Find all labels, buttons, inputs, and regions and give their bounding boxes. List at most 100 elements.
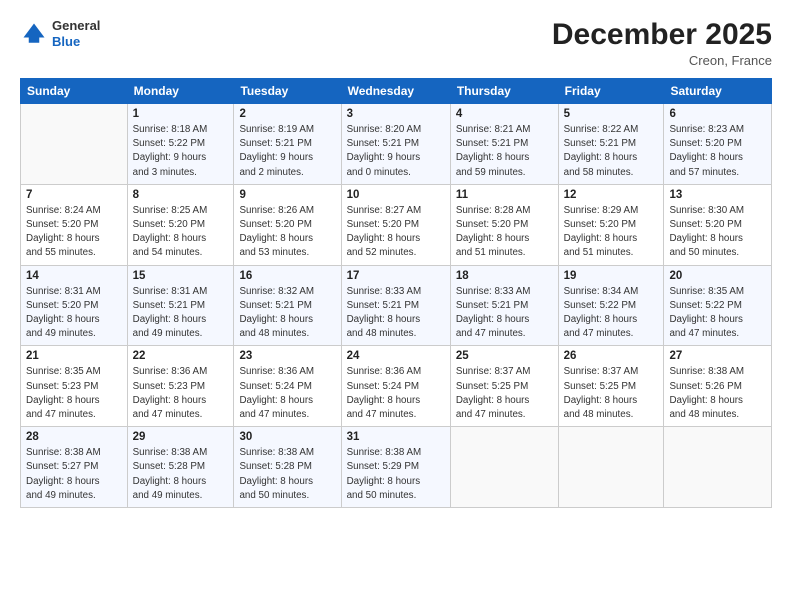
header-day: Sunday xyxy=(21,79,128,104)
day-number: 6 xyxy=(669,108,766,120)
day-number: 17 xyxy=(347,270,445,282)
header-day: Friday xyxy=(558,79,664,104)
calendar-cell: 4Sunrise: 8:21 AM Sunset: 5:21 PM Daylig… xyxy=(450,104,558,185)
day-info: Sunrise: 8:35 AM Sunset: 5:23 PM Dayligh… xyxy=(26,365,122,422)
calendar-cell: 17 Sunrise: 8:33 AM Sunset: 5:21 PM Dayli… xyxy=(341,265,450,346)
day-info: Sunrise: 8:34 AM Sunset: 5:22 PM Dayligh… xyxy=(564,285,659,342)
calendar-cell: 28 Sunrise: 8:38 AM Sunset: 5:27 PM Dayli… xyxy=(21,427,128,508)
calendar-cell: 26 Sunrise: 8:37 AM Sunset: 5:25 PM Dayli… xyxy=(558,346,664,427)
day-info: Sunrise: 8:23 AM Sunset: 5:20 PM Dayligh… xyxy=(669,123,766,180)
calendar-cell: 29Sunrise: 8:38 AM Sunset: 5:28 PM Dayli… xyxy=(127,427,234,508)
calendar-cell xyxy=(21,104,128,185)
calendar-cell xyxy=(664,427,772,508)
header-day: Saturday xyxy=(664,79,772,104)
day-info: Sunrise: 8:32 AM Sunset: 5:21 PM Dayligh… xyxy=(239,285,335,342)
location: Creon, France xyxy=(552,53,772,68)
calendar-cell: 25 Sunrise: 8:37 AM Sunset: 5:25 PM Dayli… xyxy=(450,346,558,427)
day-info: Sunrise: 8:36 AM Sunset: 5:23 PM Dayligh… xyxy=(133,365,229,422)
calendar-cell: 21 Sunrise: 8:35 AM Sunset: 5:23 PM Dayli… xyxy=(21,346,128,427)
calendar-cell: 15Sunrise: 8:31 AM Sunset: 5:21 PM Dayli… xyxy=(127,265,234,346)
day-number: 16 xyxy=(239,270,335,282)
header-day: Monday xyxy=(127,79,234,104)
calendar-cell: 23 Sunrise: 8:36 AM Sunset: 5:24 PM Dayli… xyxy=(234,346,341,427)
day-info: Sunrise: 8:38 AM Sunset: 5:28 PM Dayligh… xyxy=(133,446,229,503)
calendar-cell xyxy=(558,427,664,508)
day-info: Sunrise: 8:38 AM Sunset: 5:27 PM Dayligh… xyxy=(26,446,122,503)
calendar-cell: 24Sunrise: 8:36 AM Sunset: 5:24 PM Dayli… xyxy=(341,346,450,427)
day-info: Sunrise: 8:29 AM Sunset: 5:20 PM Dayligh… xyxy=(564,204,659,261)
day-number: 30 xyxy=(239,431,335,443)
day-info: Sunrise: 8:36 AM Sunset: 5:24 PM Dayligh… xyxy=(347,365,445,422)
day-info: Sunrise: 8:19 AM Sunset: 5:21 PM Dayligh… xyxy=(239,123,335,180)
day-info: Sunrise: 8:38 AM Sunset: 5:28 PM Dayligh… xyxy=(239,446,335,503)
day-info: Sunrise: 8:31 AM Sunset: 5:20 PM Dayligh… xyxy=(26,285,122,342)
calendar-cell: 30 Sunrise: 8:38 AM Sunset: 5:28 PM Dayli… xyxy=(234,427,341,508)
calendar-cell xyxy=(450,427,558,508)
day-info: Sunrise: 8:38 AM Sunset: 5:29 PM Dayligh… xyxy=(347,446,445,503)
calendar-cell: 8Sunrise: 8:25 AM Sunset: 5:20 PM Daylig… xyxy=(127,184,234,265)
day-number: 12 xyxy=(564,189,659,201)
day-number: 28 xyxy=(26,431,122,443)
calendar-cell: 31 Sunrise: 8:38 AM Sunset: 5:29 PM Dayli… xyxy=(341,427,450,508)
day-number: 26 xyxy=(564,350,659,362)
logo-text: General Blue xyxy=(52,18,100,49)
day-number: 15 xyxy=(133,270,229,282)
day-info: Sunrise: 8:28 AM Sunset: 5:20 PM Dayligh… xyxy=(456,204,553,261)
calendar-cell: 1 Sunrise: 8:18 AM Sunset: 5:22 PM Daylig… xyxy=(127,104,234,185)
day-info: Sunrise: 8:27 AM Sunset: 5:20 PM Dayligh… xyxy=(347,204,445,261)
day-number: 18 xyxy=(456,270,553,282)
calendar-week-row: 28 Sunrise: 8:38 AM Sunset: 5:27 PM Dayli… xyxy=(21,427,772,508)
calendar-cell: 27 Sunrise: 8:38 AM Sunset: 5:26 PM Dayli… xyxy=(664,346,772,427)
day-number: 2 xyxy=(239,108,335,120)
logo-blue: Blue xyxy=(52,34,80,49)
calendar-cell: 13 Sunrise: 8:30 AM Sunset: 5:20 PM Dayli… xyxy=(664,184,772,265)
calendar-cell: 3 Sunrise: 8:20 AM Sunset: 5:21 PM Daylig… xyxy=(341,104,450,185)
day-info: Sunrise: 8:24 AM Sunset: 5:20 PM Dayligh… xyxy=(26,204,122,261)
calendar-cell: 22 Sunrise: 8:36 AM Sunset: 5:23 PM Dayli… xyxy=(127,346,234,427)
day-info: Sunrise: 8:26 AM Sunset: 5:20 PM Dayligh… xyxy=(239,204,335,261)
day-number: 31 xyxy=(347,431,445,443)
day-info: Sunrise: 8:35 AM Sunset: 5:22 PM Dayligh… xyxy=(669,285,766,342)
day-info: Sunrise: 8:22 AM Sunset: 5:21 PM Dayligh… xyxy=(564,123,659,180)
calendar-cell: 20 Sunrise: 8:35 AM Sunset: 5:22 PM Dayli… xyxy=(664,265,772,346)
day-number: 9 xyxy=(239,189,335,201)
calendar-cell: 7Sunrise: 8:24 AM Sunset: 5:20 PM Daylig… xyxy=(21,184,128,265)
calendar-cell: 18 Sunrise: 8:33 AM Sunset: 5:21 PM Dayli… xyxy=(450,265,558,346)
calendar-cell: 2 Sunrise: 8:19 AM Sunset: 5:21 PM Daylig… xyxy=(234,104,341,185)
day-number: 10 xyxy=(347,189,445,201)
day-info: Sunrise: 8:33 AM Sunset: 5:21 PM Dayligh… xyxy=(347,285,445,342)
calendar-cell: 16 Sunrise: 8:32 AM Sunset: 5:21 PM Dayli… xyxy=(234,265,341,346)
day-number: 3 xyxy=(347,108,445,120)
day-number: 27 xyxy=(669,350,766,362)
day-number: 8 xyxy=(133,189,229,201)
header-day: Tuesday xyxy=(234,79,341,104)
day-info: Sunrise: 8:37 AM Sunset: 5:25 PM Dayligh… xyxy=(456,365,553,422)
calendar-cell: 6 Sunrise: 8:23 AM Sunset: 5:20 PM Daylig… xyxy=(664,104,772,185)
calendar-cell: 12 Sunrise: 8:29 AM Sunset: 5:20 PM Dayli… xyxy=(558,184,664,265)
day-number: 5 xyxy=(564,108,659,120)
calendar-cell: 14Sunrise: 8:31 AM Sunset: 5:20 PM Dayli… xyxy=(21,265,128,346)
calendar-cell: 9 Sunrise: 8:26 AM Sunset: 5:20 PM Daylig… xyxy=(234,184,341,265)
day-info: Sunrise: 8:37 AM Sunset: 5:25 PM Dayligh… xyxy=(564,365,659,422)
calendar-table: SundayMondayTuesdayWednesdayThursdayFrid… xyxy=(20,78,772,508)
day-number: 1 xyxy=(133,108,229,120)
day-number: 21 xyxy=(26,350,122,362)
day-number: 23 xyxy=(239,350,335,362)
day-number: 25 xyxy=(456,350,553,362)
day-info: Sunrise: 8:18 AM Sunset: 5:22 PM Dayligh… xyxy=(133,123,229,180)
day-info: Sunrise: 8:30 AM Sunset: 5:20 PM Dayligh… xyxy=(669,204,766,261)
logo-general: General xyxy=(52,18,100,33)
calendar-cell: 19Sunrise: 8:34 AM Sunset: 5:22 PM Dayli… xyxy=(558,265,664,346)
day-info: Sunrise: 8:38 AM Sunset: 5:26 PM Dayligh… xyxy=(669,365,766,422)
title-block: December 2025 Creon, France xyxy=(552,18,772,68)
calendar-week-row: 14Sunrise: 8:31 AM Sunset: 5:20 PM Dayli… xyxy=(21,265,772,346)
day-info: Sunrise: 8:20 AM Sunset: 5:21 PM Dayligh… xyxy=(347,123,445,180)
day-info: Sunrise: 8:33 AM Sunset: 5:21 PM Dayligh… xyxy=(456,285,553,342)
day-number: 22 xyxy=(133,350,229,362)
day-number: 13 xyxy=(669,189,766,201)
calendar-week-row: 1 Sunrise: 8:18 AM Sunset: 5:22 PM Daylig… xyxy=(21,104,772,185)
header: General Blue December 2025 Creon, France xyxy=(20,18,772,68)
calendar-cell: 10 Sunrise: 8:27 AM Sunset: 5:20 PM Dayli… xyxy=(341,184,450,265)
day-number: 20 xyxy=(669,270,766,282)
day-info: Sunrise: 8:36 AM Sunset: 5:24 PM Dayligh… xyxy=(239,365,335,422)
